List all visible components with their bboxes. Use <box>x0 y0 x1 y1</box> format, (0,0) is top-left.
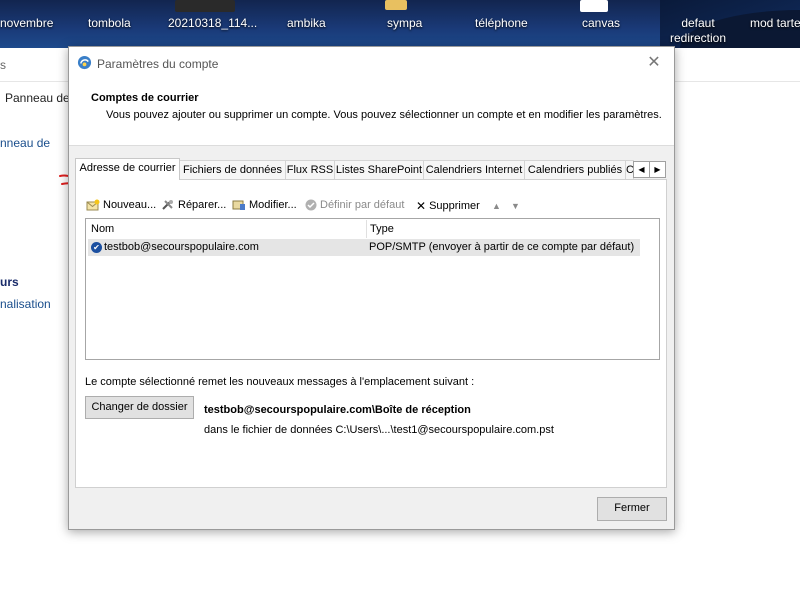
account-type: POP/SMTP (envoyer à partir de ce compte … <box>369 241 635 253</box>
tab-flux-rss[interactable]: Flux RSS <box>285 160 335 180</box>
new-mail-icon <box>86 199 100 211</box>
thumbnail-image <box>175 0 235 12</box>
tab-scroll-left-icon[interactable]: ◀ <box>633 161 650 178</box>
desktop-icon-novembre[interactable]: novembre <box>0 16 53 31</box>
repair-label: Réparer... <box>178 199 227 212</box>
close-button[interactable]: Fermer <box>597 497 667 521</box>
set-default-label: Définir par défaut <box>320 199 405 212</box>
canvas-icon <box>580 0 608 12</box>
bg-title-fragment: s <box>0 58 6 72</box>
sidebar-link-personnalisation[interactable]: nalisation <box>0 297 51 311</box>
account-list[interactable]: Nom Type ✔ testbob@secourspopulaire.com … <box>85 218 660 360</box>
column-header-name[interactable]: Nom <box>91 223 114 235</box>
set-default-button[interactable]: Définir par défaut <box>305 199 404 217</box>
tab-strip: Adresse de courrier Fichiers de données … <box>75 158 666 180</box>
tab-scroll-right-icon[interactable]: ▶ <box>649 161 666 178</box>
delivery-folder-path: testbob@secourspopulaire.com\Boîte de ré… <box>204 404 471 416</box>
repair-tools-icon <box>162 200 173 210</box>
column-separator <box>366 220 367 238</box>
dialog-title: Paramètres du compte <box>97 57 219 71</box>
sidebar-heading: urs <box>0 275 19 289</box>
desktop-icon-photo[interactable]: 20210318_114... <box>168 16 257 31</box>
desktop-icon-defaut-redirection[interactable]: defaut redirection <box>668 16 728 46</box>
repair-button[interactable]: Réparer... <box>161 199 226 217</box>
data-file-path: dans le fichier de données C:\Users\...\… <box>204 424 554 436</box>
desktop-icon-ambika[interactable]: ambika <box>287 16 326 31</box>
new-account-label: Nouveau... <box>103 199 157 212</box>
desktop-icon-telephone[interactable]: téléphone <box>475 16 528 31</box>
modify-account-icon <box>232 200 245 211</box>
breadcrumb[interactable]: Panneau de <box>5 91 70 105</box>
move-up-icon[interactable]: ▲ <box>492 201 501 219</box>
move-down-icon[interactable]: ▼ <box>511 201 520 219</box>
folder-icon <box>385 0 407 10</box>
delete-button[interactable]: ✕ Supprimer <box>416 199 480 217</box>
dialog-header: Comptes de courrier Vous pouvez ajouter … <box>69 79 674 146</box>
sidebar-link-panneau[interactable]: nneau de <box>0 136 50 150</box>
account-name: testbob@secourspopulaire.com <box>104 241 259 253</box>
table-row[interactable]: ✔ testbob@secourspopulaire.com POP/SMTP … <box>88 239 640 256</box>
default-account-check-icon: ✔ <box>91 242 102 253</box>
tab-adresse-courrier[interactable]: Adresse de courrier <box>75 158 180 180</box>
desktop-icon-mod-tarteaucit[interactable]: mod tarteaucit <box>748 16 800 31</box>
dialog-titlebar[interactable]: Paramètres du compte ✕ <box>69 47 674 79</box>
section-title: Comptes de courrier <box>91 92 199 104</box>
modify-label: Modifier... <box>249 199 297 212</box>
tab-calendriers-publies[interactable]: Calendriers publiés <box>524 160 626 180</box>
tab-fichiers-donnees[interactable]: Fichiers de données <box>179 160 286 180</box>
desktop-icon-canvas[interactable]: canvas <box>582 16 620 31</box>
delete-x-icon: ✕ <box>416 199 427 213</box>
change-folder-button[interactable]: Changer de dossier <box>85 396 194 419</box>
desktop-icon-sympa[interactable]: sympa <box>387 16 422 31</box>
tab-panel: Nouveau... Réparer... Modifier... Défini… <box>75 179 667 488</box>
outlook-settings-icon <box>77 55 92 70</box>
new-account-button[interactable]: Nouveau... <box>86 199 156 217</box>
modify-button[interactable]: Modifier... <box>232 199 297 217</box>
tab-calendriers-internet[interactable]: Calendriers Internet <box>423 160 525 180</box>
close-icon[interactable]: ✕ <box>644 53 664 73</box>
desktop-icon-tombola[interactable]: tombola <box>88 16 131 31</box>
check-circle-icon <box>305 199 317 211</box>
desktop-strip: novembre tombola 20210318_114... ambika … <box>0 0 800 48</box>
column-header-type[interactable]: Type <box>370 223 394 235</box>
delivery-info-label: Le compte sélectionné remet les nouveaux… <box>85 376 475 388</box>
tab-listes-sharepoint[interactable]: Listes SharePoint <box>334 160 424 180</box>
delete-label: Supprimer <box>429 200 480 212</box>
account-settings-dialog: Paramètres du compte ✕ Comptes de courri… <box>68 46 675 530</box>
section-description: Vous pouvez ajouter ou supprimer un comp… <box>106 109 662 121</box>
